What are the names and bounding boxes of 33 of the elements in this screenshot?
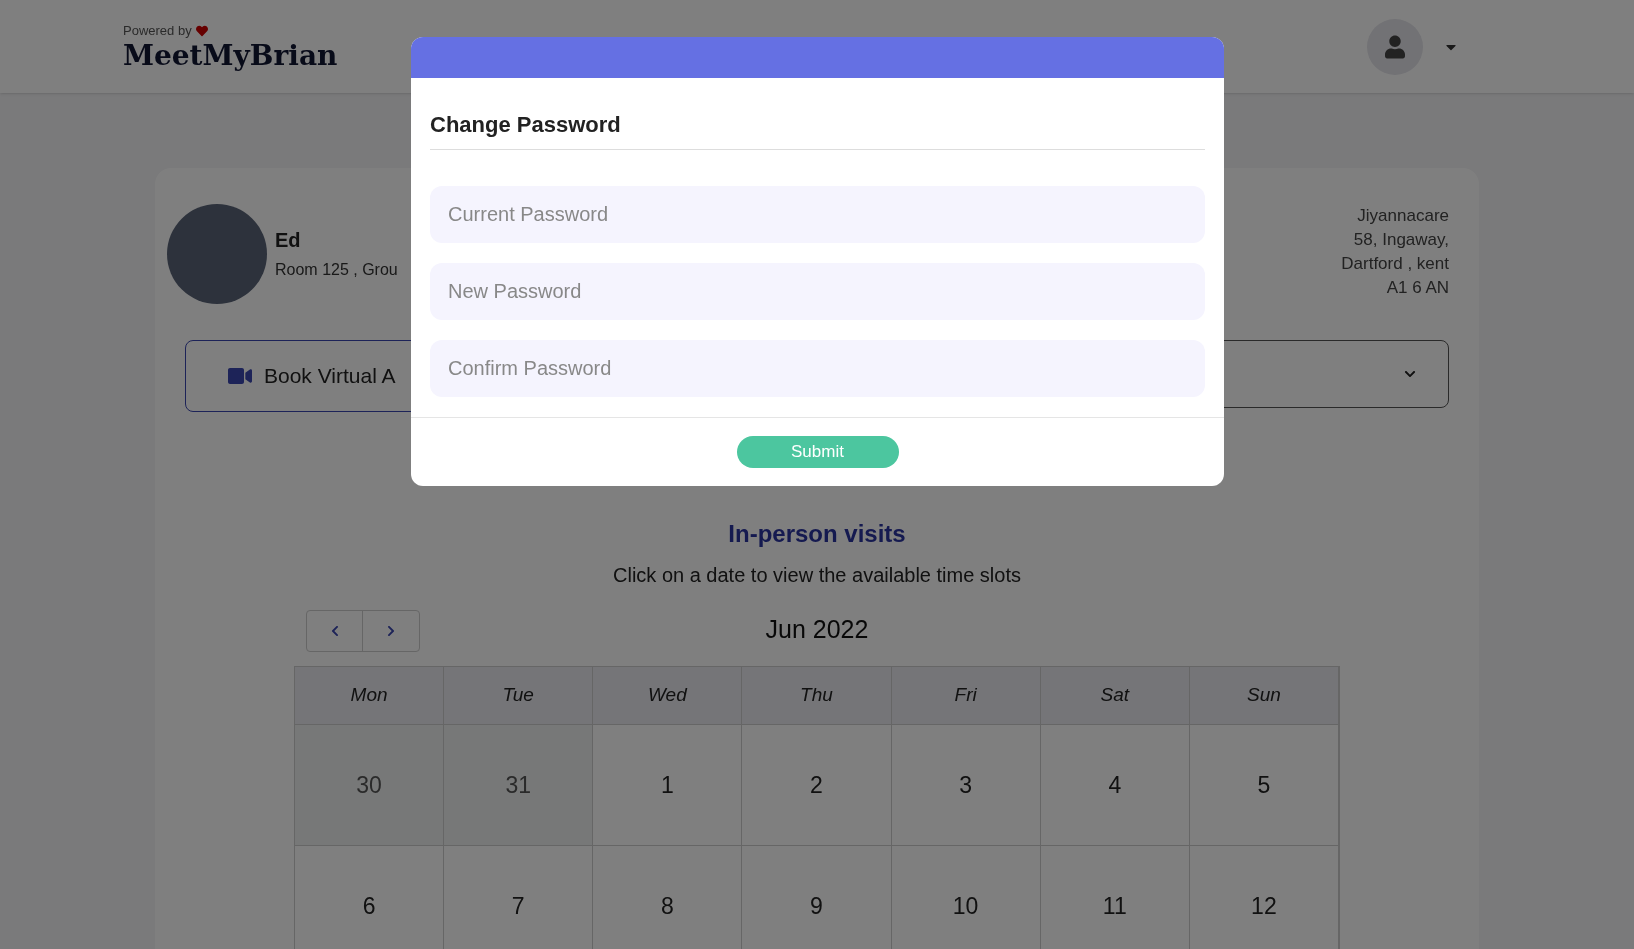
password-field[interactable]: Confirm Password: [430, 340, 1205, 397]
weekday-header: Mon: [295, 667, 445, 725]
chevron-right-icon: [385, 625, 397, 637]
calendar-day[interactable]: 4: [1040, 725, 1190, 846]
weekday-header: Fri: [891, 667, 1041, 725]
address-line: A1 6 AN: [1386, 277, 1449, 299]
logo: MeetMyBrian: [123, 40, 338, 73]
powered-by-text: Powered by: [123, 21, 192, 40]
month-title: Jun 2022: [765, 614, 869, 646]
weekday-header: Thu: [742, 667, 892, 725]
calendar-day[interactable]: 5: [1189, 725, 1339, 846]
weekday-header: Sun: [1189, 667, 1339, 725]
address-line: Dartford , kent: [1341, 253, 1449, 275]
room-text: Room 125 , Grou: [275, 260, 398, 280]
weekday-header: Tue: [444, 667, 594, 725]
section-title: In-person visits: [728, 519, 906, 549]
weekday-header: Wed: [593, 667, 743, 725]
calendar-day[interactable]: 3: [891, 725, 1041, 846]
calendar-day[interactable]: 2: [742, 725, 892, 846]
calendar-day[interactable]: 30: [295, 725, 445, 846]
address-line: Jiyannacare: [1357, 205, 1449, 227]
resident-name: Ed: [275, 228, 302, 253]
calendar-day[interactable]: 1: [593, 725, 743, 846]
dialog-title: Change Password: [430, 112, 621, 137]
instructions-text: Click on a date to view the available time slots: [613, 563, 1021, 588]
weekday-header: Sat: [1040, 667, 1190, 725]
calendar-day[interactable]: 31: [444, 725, 594, 846]
address-line: 58, Ingaway,: [1353, 229, 1449, 251]
user-icon: [1385, 34, 1405, 59]
password-field[interactable]: Current Password: [430, 186, 1205, 243]
password-field[interactable]: New Password: [430, 263, 1205, 320]
heart-icon: [195, 24, 208, 37]
chevron-down-icon: [1404, 368, 1416, 380]
